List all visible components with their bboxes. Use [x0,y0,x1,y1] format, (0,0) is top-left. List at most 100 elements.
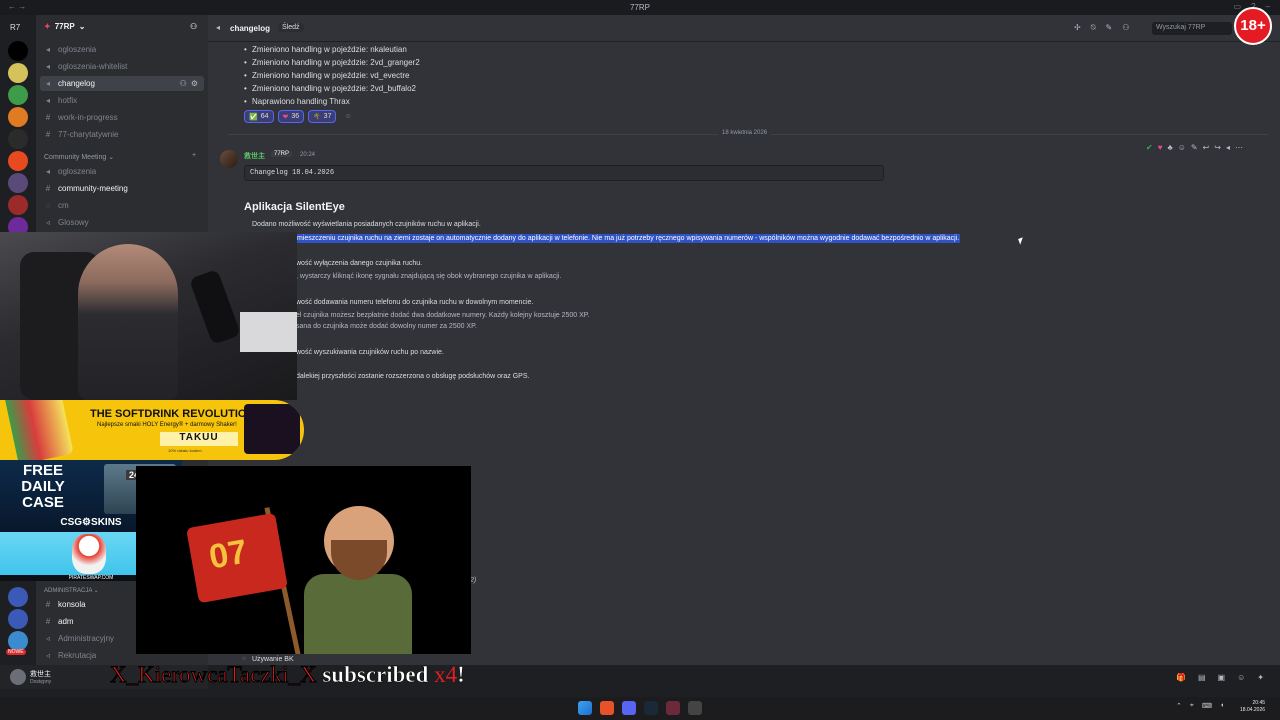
chevron-down-icon: ⌄ [78,22,86,31]
emoji-icon[interactable]: ☺ [1237,673,1245,682]
gift-icon[interactable]: 🎁 [1176,673,1186,682]
category-label: ADMINISTRACJA [44,588,93,594]
app-icon[interactable] [666,701,680,715]
check-react-icon[interactable]: ✔ [1146,143,1153,152]
forward-icon[interactable]: ↪ [1214,143,1221,152]
sidebar-item-cm[interactable]: ◌ cm [40,198,204,213]
announcement-icon: ◂ [45,45,50,54]
reaction-heart[interactable]: ❤ 36 [277,110,305,123]
promo-headline: THE SOFTDRINK REVOLUTION [90,408,255,420]
server-icon-3[interactable] [8,85,28,105]
gif-icon[interactable]: ▤ [1198,673,1206,682]
author-name[interactable]: 救世主 [244,151,265,161]
server-icon-2[interactable] [8,63,28,83]
avatar[interactable] [10,669,26,685]
sidebar-item-glosowy[interactable]: ◃ Glosowy [40,215,204,230]
server-icon-11[interactable] [8,631,28,651]
clock[interactable]: 20:45 18.04.2026 [1240,700,1265,714]
chevron-up-icon[interactable]: ⌃ [1176,702,1182,710]
server-icon-6[interactable] [8,173,28,193]
start-icon[interactable] [578,701,592,715]
sidebar-item-ogloszenia-whitelist[interactable]: ◂ ogloszenia-whitelist [40,59,204,74]
server-tag: 77RP [271,151,293,157]
message-line: dalekiej przyszłości zostanie rozszerzon… [296,373,530,380]
network-icon[interactable]: ⌨ [1202,702,1212,710]
list-item: Zmieniono handling w pojeździe: nkaleuti… [244,45,407,54]
palm-react-icon[interactable]: ♣ [1167,143,1172,152]
invite-icon[interactable]: ⚇ [180,79,187,88]
timestamp: 20:24 [300,152,316,158]
add-reaction-button[interactable]: ☺ [340,110,355,123]
server-icon-77rp[interactable] [8,129,28,149]
category-administracja[interactable]: ADMINISTRACJA ⌄ [44,587,99,594]
reaction-check[interactable]: ✅ 64 [244,110,274,123]
window-title: 77RP [629,3,650,12]
alert-text: subscribed [322,662,429,688]
server-icon-7[interactable] [8,195,28,215]
follow-button[interactable]: Śledź [278,23,304,32]
server-icon-10[interactable] [8,609,28,629]
inbox-icon[interactable]: ▭ [1234,2,1242,11]
channel-label: ogloszenia-whitelist [58,62,128,71]
sidebar-item-changelog[interactable]: ◂ changelog ⚇ ⚙ [40,76,204,91]
apps-icon[interactable]: ✦ [1257,673,1264,682]
server-header[interactable]: ✦ 77RP ⌄ ⚇ [44,22,197,31]
gear-icon[interactable]: ⚙ [191,79,198,88]
clock-date: 18.04.2026 [1240,707,1266,713]
location-icon[interactable]: ⌖ [1190,702,1194,710]
sidebar-item-ogloszenia[interactable]: ◂ ogloszenia [40,42,204,57]
list-item: Zmieniono handling w pojeździe: 2vd_gran… [244,58,420,67]
sidebar-item-77-charytatywnie[interactable]: # 77-charytatywnie [40,127,204,142]
webcam-overlay [0,232,297,400]
publish-icon[interactable]: ◂ [1226,143,1230,152]
reaction-palm[interactable]: 🌴 37 [308,110,337,123]
flag: 07 [186,512,288,604]
announcement-icon: ◂ [45,79,50,88]
settings-icon[interactable] [688,701,702,715]
reaction-count: 37 [323,113,332,120]
reply-icon[interactable]: ↩ [1203,143,1210,152]
chevron-down-icon: ⌄ [108,154,115,161]
server-icon-1[interactable] [8,41,28,61]
members-icon[interactable]: ⚇ [1122,23,1129,33]
more-icon[interactable]: ⋯ [1235,143,1243,152]
category-community-meeting[interactable]: Community Meeting ⌄ + [44,152,196,161]
brave-icon[interactable] [600,701,614,715]
edit-icon[interactable]: ✎ [1191,143,1198,152]
channel-label: community-meeting [58,184,128,193]
sidebar-item-work-in-progress[interactable]: # work-in-progress [40,110,204,125]
sidebar-item-community-meeting[interactable]: # community-meeting [40,181,204,196]
server-icon-5[interactable] [8,151,28,171]
volume-icon[interactable]: ◖ [1220,702,1224,710]
channel-label: changelog [58,79,95,88]
heart-react-icon[interactable]: ♥ [1158,143,1163,152]
message-line: el czujnika możesz bezpłatnie dodać dwa … [296,312,590,319]
sidebar-item-meeting-ogloszenia[interactable]: ◂ ogloszenia [40,164,204,179]
server-name: 77RP [54,22,75,31]
announcement-icon: ◂ [45,96,50,105]
promo-fine-print: 10% rabatu kodem [168,448,202,453]
list-item: Naprawiono handling Thrax [244,97,350,106]
minimize-icon[interactable]: – [1266,2,1270,11]
user-name[interactable]: 救世主 [30,669,51,679]
sticker-icon[interactable]: ▣ [1218,673,1226,682]
steam-icon[interactable] [644,701,658,715]
avatar[interactable] [220,150,238,168]
sidebar-item-hotfix[interactable]: ◂ hotfix [40,93,204,108]
add-channel-icon[interactable]: + [192,152,196,159]
microphone-icon [188,268,242,346]
server-icon-9[interactable] [8,587,28,607]
announcement-icon: ◂ [216,23,221,32]
server-icon-4[interactable] [8,107,28,127]
pin-icon[interactable]: ✎ [1106,23,1113,33]
mute-icon[interactable]: ⍉ [1091,23,1096,33]
add-friend-icon[interactable]: ⚇ [190,22,197,31]
threads-icon[interactable]: ✢ [1074,23,1081,33]
search-input[interactable]: Wyszukaj 77RP [1152,22,1232,35]
add-reaction-icon[interactable]: ☺ [1178,143,1186,152]
channel-label: adm [58,617,74,626]
discord-icon[interactable] [622,701,636,715]
hash-icon: # [45,113,51,122]
announcement-icon: ◂ [45,62,50,71]
message-line: sana do czujnika może dodać dowolny nume… [296,323,477,330]
